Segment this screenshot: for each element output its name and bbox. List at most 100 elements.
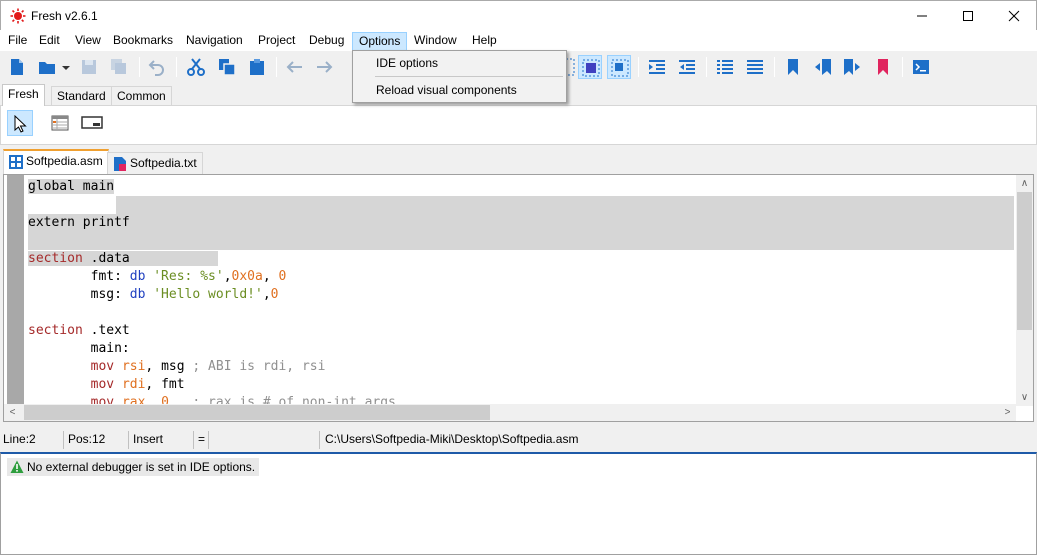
code-line: mov rax, 0 ; rax is # of non-int args: [90, 395, 396, 404]
vertical-scrollbar[interactable]: ∧ ∨: [1016, 175, 1033, 406]
menu-bookmarks[interactable]: Bookmarks: [107, 32, 179, 51]
menu-options[interactable]: Options: [352, 32, 408, 51]
status-mode: Insert: [130, 431, 194, 449]
code-line: fmt: db 'Res: %s',0x0a, 0: [28, 269, 287, 284]
select-rect-icon: [611, 59, 629, 77]
back-icon: [286, 61, 302, 73]
menu-project[interactable]: Project: [252, 32, 301, 51]
paste-button[interactable]: [245, 55, 269, 79]
red-bookmark-icon: [878, 59, 888, 75]
code-line: section .text: [28, 323, 130, 338]
minimize-button[interactable]: [899, 1, 945, 31]
toolbar-separator: [276, 57, 277, 77]
close-button[interactable]: [991, 1, 1037, 31]
menu-navigation[interactable]: Navigation: [180, 32, 249, 51]
menu-file[interactable]: File: [2, 32, 33, 51]
menu-window[interactable]: Window: [408, 32, 463, 51]
horizontal-scrollbar[interactable]: < >: [4, 404, 1016, 421]
debug-message-text: No external debugger is set in IDE optio…: [27, 460, 256, 474]
scroll-left-icon[interactable]: <: [4, 404, 21, 421]
open-folder-button[interactable]: [35, 55, 59, 79]
back-button[interactable]: [283, 55, 307, 79]
asm-file-icon: [9, 155, 23, 169]
title-bar: Fresh v2.6.1: [0, 0, 1037, 30]
bookmark-button[interactable]: [781, 55, 805, 79]
new-file-icon: [11, 59, 23, 75]
terminal-button[interactable]: [909, 55, 933, 79]
next-bookmark-button[interactable]: [840, 55, 864, 79]
menu-debug[interactable]: Debug: [303, 32, 350, 51]
close-icon: [1008, 10, 1020, 22]
select-block-button[interactable]: [578, 55, 602, 79]
grid-component-button[interactable]: [47, 110, 73, 136]
copy-button[interactable]: [215, 55, 239, 79]
tab-standard[interactable]: Standard: [51, 86, 112, 105]
select-rect-button[interactable]: [607, 55, 631, 79]
outdent-button[interactable]: [675, 55, 699, 79]
messages-panel: No external debugger is set in IDE optio…: [0, 452, 1037, 555]
open-dropdown-button[interactable]: [58, 55, 74, 79]
indent-icon: [649, 60, 665, 74]
menu-view[interactable]: View: [69, 32, 107, 51]
paste-icon: [250, 59, 264, 75]
minimize-icon: [917, 15, 927, 17]
tab-label: Softpedia.txt: [130, 156, 197, 170]
pointer-icon: [14, 115, 27, 133]
debug-message[interactable]: No external debugger is set in IDE optio…: [7, 458, 260, 476]
toolbar-separator: [774, 57, 775, 77]
indent-button[interactable]: [645, 55, 669, 79]
code-line: msg: db 'Hello world!',0: [28, 287, 279, 302]
scroll-right-icon[interactable]: >: [999, 404, 1016, 421]
undo-button[interactable]: [145, 55, 169, 79]
tab-softpedia-asm[interactable]: Softpedia.asm: [3, 149, 109, 174]
edit-component-button[interactable]: [77, 110, 103, 136]
new-file-button[interactable]: [5, 55, 29, 79]
save-all-button[interactable]: [107, 55, 131, 79]
chevron-down-icon: [62, 66, 70, 70]
cut-icon: [187, 58, 205, 76]
menu-item-label: IDE options: [376, 56, 439, 70]
prev-bookmark-button[interactable]: [811, 55, 835, 79]
toolbar-separator: [638, 57, 639, 77]
forward-icon: [317, 61, 333, 73]
cut-button[interactable]: [184, 55, 208, 79]
component-palette: [0, 105, 1037, 145]
scroll-up-icon[interactable]: ∧: [1016, 175, 1033, 192]
scroll-down-icon[interactable]: ∨: [1016, 389, 1033, 406]
menu-help[interactable]: Help: [466, 32, 503, 51]
code-editor[interactable]: global main extern printf section .data …: [3, 174, 1034, 422]
code-area[interactable]: global main extern printf section .data …: [28, 178, 1014, 404]
status-modified: =: [195, 431, 209, 449]
maximize-button[interactable]: [945, 1, 991, 31]
vertical-scroll-thumb[interactable]: [1017, 192, 1032, 330]
tab-fresh[interactable]: Fresh: [2, 84, 45, 106]
open-folder-icon: [39, 62, 55, 74]
align-justify-button[interactable]: [743, 55, 767, 79]
menu-reload-visual-components[interactable]: Reload visual components: [354, 79, 565, 101]
code-line: [28, 196, 1014, 214]
document-tabs: Softpedia.asm Softpedia.txt: [0, 149, 1037, 174]
save-icon: [82, 60, 96, 74]
edit-component-icon: [81, 116, 103, 129]
align-left-button[interactable]: [713, 55, 737, 79]
save-all-icon: [111, 59, 126, 74]
menu-ide-options[interactable]: IDE options: [354, 52, 565, 74]
options-dropdown: IDE options Reload visual components: [352, 50, 567, 103]
status-pos: Pos:12: [65, 431, 129, 449]
save-button[interactable]: [77, 55, 101, 79]
pointer-tool-button[interactable]: [7, 110, 33, 136]
tab-common[interactable]: Common: [111, 86, 172, 105]
code-line: [28, 232, 1014, 250]
prev-bookmark-icon: [815, 59, 831, 75]
align-left-icon: [717, 60, 733, 74]
forward-button[interactable]: [312, 55, 336, 79]
next-bookmark-icon: [844, 59, 860, 75]
code-line: main:: [28, 341, 130, 356]
horizontal-scroll-thumb[interactable]: [24, 405, 490, 420]
tab-softpedia-txt[interactable]: Softpedia.txt: [107, 152, 203, 174]
red-bookmark-button[interactable]: [871, 55, 895, 79]
window-title: Fresh v2.6.1: [31, 9, 98, 23]
menu-edit[interactable]: Edit: [33, 32, 66, 51]
menu-item-label: Reload visual components: [376, 83, 517, 97]
